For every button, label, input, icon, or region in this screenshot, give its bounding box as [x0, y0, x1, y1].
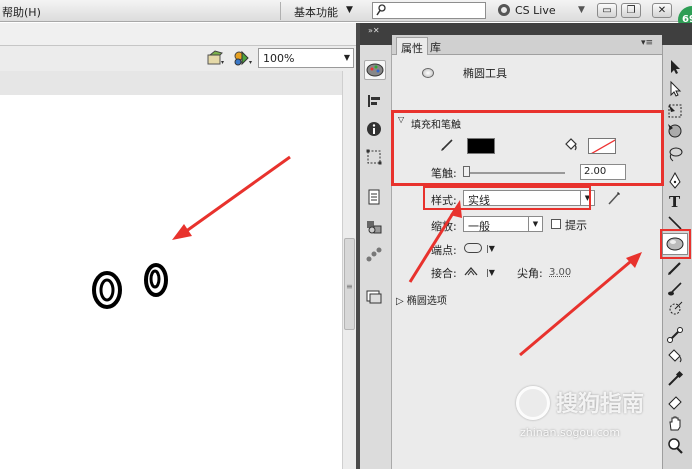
gradient-transform-tool-icon[interactable] — [666, 122, 684, 140]
tool-name: 椭圆工具 — [463, 67, 507, 80]
ellipse-options-section-header[interactable]: ▷ 椭圆选项 — [396, 292, 447, 307]
minimize-icon[interactable]: ▭ — [597, 3, 617, 18]
drawn-ellipse — [144, 263, 168, 297]
chevron-down-icon[interactable]: ▼ — [578, 5, 585, 15]
history-icon[interactable] — [364, 188, 386, 208]
hint-label: 提示 — [565, 219, 587, 232]
text-tool-icon[interactable]: T — [666, 192, 684, 210]
section-title: 椭圆选项 — [406, 296, 447, 307]
drawn-ellipse — [99, 278, 115, 302]
chevron-down-icon: ▼ — [343, 53, 350, 62]
selection-tool-icon[interactable] — [666, 58, 684, 76]
drawn-ellipse — [149, 269, 161, 289]
edit-scene-icon[interactable] — [207, 50, 225, 66]
zoom-select[interactable]: 100% ▼ — [258, 48, 354, 68]
brush-tool-icon[interactable] — [666, 280, 684, 298]
miter-value[interactable]: 3.00 — [549, 267, 571, 278]
svg-text:T: T — [669, 193, 681, 210]
motion-presets-icon[interactable] — [364, 246, 386, 266]
search-input[interactable] — [389, 3, 485, 18]
chevron-down-icon: ▼ — [528, 217, 542, 231]
oval-tool-icon — [422, 68, 434, 78]
eyedropper-tool-icon[interactable] — [666, 370, 684, 388]
cslive-button[interactable]: CS Live — [515, 4, 556, 17]
annotation-box-oval-tool — [660, 229, 691, 259]
stage-canvas[interactable] — [0, 95, 342, 469]
hand-tool-icon[interactable] — [666, 414, 684, 432]
annotation-box-fill-stroke — [391, 110, 664, 186]
document-tab-bar — [0, 23, 358, 46]
annotation-box-style — [423, 186, 591, 210]
components-icon[interactable] — [364, 218, 386, 238]
panel-topbar — [392, 23, 662, 35]
edit-symbol-icon[interactable] — [233, 50, 253, 66]
panel-menu-icon[interactable]: ▾≡ — [641, 38, 653, 48]
pasteboard-strip — [0, 71, 345, 95]
watermark-url: zhinan.sogou.com — [520, 426, 621, 439]
align-icon[interactable] — [364, 92, 386, 112]
restore-icon[interactable]: ❐ — [621, 3, 641, 18]
info-icon[interactable] — [364, 120, 386, 140]
transform-icon[interactable] — [364, 148, 386, 168]
workspace-switcher[interactable]: 基本功能 — [294, 4, 338, 20]
pencil-tool-icon[interactable] — [666, 259, 684, 277]
scrollbar-grip-icon: ≡ — [346, 282, 353, 291]
scene-icon[interactable] — [364, 288, 386, 308]
stage-drawing — [92, 263, 168, 309]
menu-help[interactable]: 帮助(H) — [2, 4, 41, 20]
subselection-tool-icon[interactable] — [666, 80, 684, 98]
search-box[interactable] — [372, 2, 486, 19]
chevron-down-icon[interactable]: |▼ — [486, 244, 495, 253]
eraser-tool-icon[interactable] — [666, 392, 684, 410]
strip-header: »✕ — [360, 23, 392, 45]
menu-bar: 帮助(H) 基本功能 ▼ CS Live ▼ ▭ ❐ ✕ 69 — [0, 0, 692, 34]
search-icon — [376, 4, 386, 16]
close-icon[interactable]: ✕ — [652, 3, 672, 18]
zoom-value: 100% — [263, 52, 295, 65]
paint-bucket-tool-icon[interactable] — [666, 347, 684, 365]
drawn-ellipse — [92, 271, 122, 309]
cap-label: 端点: — [431, 244, 457, 257]
pen-tool-icon[interactable] — [666, 172, 684, 190]
scale-value: 一般 — [468, 220, 490, 233]
free-transform-tool-icon[interactable] — [666, 102, 684, 120]
miter-label: 尖角: — [517, 267, 543, 280]
chevron-down-icon[interactable]: ▼ — [346, 5, 353, 15]
scale-label: 缩放: — [431, 220, 457, 233]
watermark-brand: 搜狗指南 — [556, 392, 645, 417]
bone-tool-icon[interactable] — [666, 326, 684, 344]
chevron-down-icon[interactable]: |▼ — [486, 268, 495, 277]
join-round-icon[interactable] — [464, 266, 478, 276]
expand-triangle-icon: ▷ — [396, 296, 404, 307]
lasso-tool-icon[interactable] — [666, 145, 684, 163]
edit-stroke-style-icon[interactable] — [606, 190, 622, 206]
cslive-icon — [498, 4, 510, 16]
zoom-tool-icon[interactable] — [666, 437, 684, 455]
cap-round-icon[interactable] — [464, 243, 482, 253]
join-label: 接合: — [431, 267, 457, 280]
color-panel-icon[interactable] — [364, 60, 386, 80]
tab-library[interactable]: 库 — [426, 37, 445, 55]
tab-properties[interactable]: 属性 — [396, 37, 428, 55]
sogou-logo — [516, 386, 550, 420]
panel-tabs: 属性 库 — [392, 35, 662, 55]
hint-checkbox[interactable] — [551, 219, 561, 229]
separator — [280, 2, 281, 20]
scale-select[interactable]: 一般 ▼ — [463, 216, 543, 233]
tools-header — [662, 23, 692, 45]
deco-tool-icon[interactable] — [666, 300, 684, 318]
